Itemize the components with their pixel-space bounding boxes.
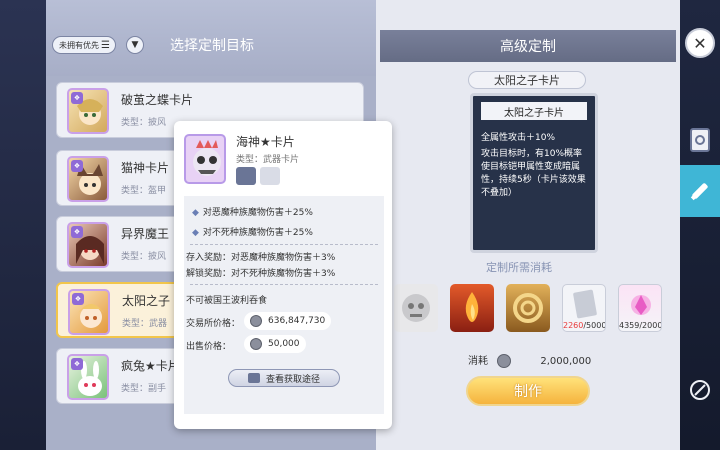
- popup-header: 海神★卡片 类型：武器卡片: [174, 121, 392, 196]
- flame-icon: [465, 292, 479, 322]
- diamond-icon: ◆: [192, 208, 199, 218]
- card-info-title: 太阳之子卡片: [481, 102, 587, 120]
- rarity-badge: ❖: [71, 226, 83, 238]
- sidebar-compose-tab[interactable]: [684, 374, 716, 406]
- card-name: 破茧之蝶卡片: [121, 93, 194, 107]
- zeny-coin-icon: [250, 315, 262, 327]
- sidebar-custom-tab[interactable]: [680, 165, 720, 217]
- cost-section-label: 定制所需消耗: [486, 261, 552, 274]
- card-thumbnail: ❖: [68, 289, 110, 335]
- material-slot[interactable]: [506, 284, 550, 332]
- materials-row: 2260/5000 4359/2000: [394, 284, 674, 334]
- material-slot[interactable]: 2260/5000: [562, 284, 606, 332]
- consume-row: 消耗 2,000,000: [468, 352, 668, 368]
- silver-card-icon: [573, 289, 597, 319]
- card-thumbnail: ❖: [67, 156, 109, 202]
- sell-price: 50,000: [244, 335, 306, 353]
- popup-body: ◆ 对恶魔种族魔物伤害＋25% ◆ 对不死种族魔物伤害＋25% 存入奖励：对恶魔种族…: [184, 196, 384, 414]
- rarity-badge: ❖: [71, 358, 83, 370]
- card-book-icon: [690, 128, 710, 152]
- card-name-ribbon: 太阳之子卡片: [468, 71, 586, 89]
- equip-type-icon: [236, 167, 256, 185]
- card-detail-popup: 海神★卡片 类型：武器卡片 ◆ 对恶魔种族魔物伤害＋25% ◆ 对不死种族魔物伤害＋…: [174, 121, 392, 429]
- close-button[interactable]: ✕: [685, 28, 715, 58]
- card-name: 猫神卡片: [121, 161, 170, 175]
- card-effect-2: 攻击目标时，有10%概率使目标铠甲属性变成暗属性，持续5秒（卡片该效果不叠加）: [481, 149, 586, 198]
- list-icon: ☰: [101, 39, 110, 51]
- deposit-bonus: 存入奖励：对恶魔种族魔物伤害＋3%: [186, 253, 336, 263]
- divider: [190, 284, 378, 285]
- card-type: 类型：副手: [121, 384, 167, 394]
- sea-god-portrait: [193, 140, 221, 176]
- card-type: 类型：披风: [121, 252, 167, 262]
- material-slot[interactable]: [394, 284, 438, 332]
- consume-label: 消耗: [468, 356, 488, 367]
- card-info-frame: 太阳之子卡片 全属性攻击＋10% 攻击目标时，有10%概率使目标铠甲属性变成暗属…: [470, 93, 598, 253]
- gray-mask-icon: [402, 294, 430, 322]
- card-thumbnail: ❖: [67, 222, 109, 268]
- wand-icon: [690, 380, 710, 400]
- panel-title: 选择定制目标: [170, 38, 254, 54]
- owned-filter-button[interactable]: 未拥有优先 ☰: [52, 36, 116, 54]
- exchange-price: 636,847,730: [244, 312, 332, 330]
- card-thumbnail: ❖: [67, 88, 109, 134]
- spiral-icon: [513, 293, 543, 323]
- bonus-line: ◆ 对恶魔种族魔物伤害＋25%: [192, 208, 313, 218]
- pink-crystal-icon: [631, 295, 651, 315]
- make-button[interactable]: 制作: [466, 376, 590, 406]
- zeny-coin-icon: [250, 338, 262, 350]
- popup-card-name: 海神★卡片: [236, 135, 295, 149]
- popup-card-type: 类型：武器卡片: [236, 155, 300, 165]
- diamond-icon: ◆: [192, 228, 199, 238]
- slot-type-icon: [260, 167, 280, 185]
- consume-value: 2,000,000: [540, 356, 592, 367]
- card-name: 疯兔★卡片: [121, 359, 180, 373]
- unlock-bonus: 解锁奖励：对不死种族魔物伤害＋3%: [186, 269, 336, 279]
- card-type: 类型：披风: [121, 118, 167, 128]
- rarity-badge: ❖: [71, 160, 83, 172]
- route-icon: [247, 373, 260, 383]
- card-thumbnail: ❖: [67, 354, 109, 400]
- card-type: 类型：盔甲: [121, 186, 167, 196]
- sidebar-card-tab[interactable]: [684, 124, 716, 156]
- panel-header: 高级定制: [380, 30, 676, 62]
- zeny-coin-icon: [497, 354, 512, 368]
- close-icon: ✕: [693, 33, 707, 53]
- card-name: 太阳之子: [122, 294, 171, 308]
- rarity-badge: ❖: [71, 92, 83, 104]
- funnel-icon[interactable]: ▼: [126, 36, 144, 54]
- hammer-icon: [690, 183, 708, 201]
- card-name: 异界魔王: [121, 227, 170, 241]
- filter-label: 未拥有优先: [59, 40, 99, 50]
- note-text: 不可被国王波利吞食: [186, 296, 268, 306]
- card-effect-1: 全属性攻击＋10%: [481, 133, 556, 143]
- card-portrait: [184, 134, 226, 184]
- filter-bar: 未拥有优先 ☰ ▼ 选择定制目标: [46, 0, 376, 76]
- view-source-button[interactable]: 查看获取途径: [228, 369, 340, 387]
- advanced-custom-panel: 高级定制 太阳之子卡片 太阳之子卡片 全属性攻击＋10% 攻击目标时，有10%概…: [376, 0, 680, 450]
- material-count: 4359/2000: [619, 321, 662, 330]
- divider: [190, 244, 378, 245]
- rarity-badge: ❖: [72, 293, 84, 305]
- sell-label: 出售价格：: [186, 342, 232, 352]
- bonus-line: ◆ 对不死种族魔物伤害＋25%: [192, 228, 313, 238]
- background-left: [0, 0, 46, 450]
- material-slot[interactable]: [450, 284, 494, 332]
- exchange-label: 交易所价格：: [186, 319, 241, 329]
- material-count: 2260/5000: [563, 321, 606, 330]
- material-slot[interactable]: 4359/2000: [618, 284, 662, 332]
- card-type: 类型：武器: [122, 319, 168, 329]
